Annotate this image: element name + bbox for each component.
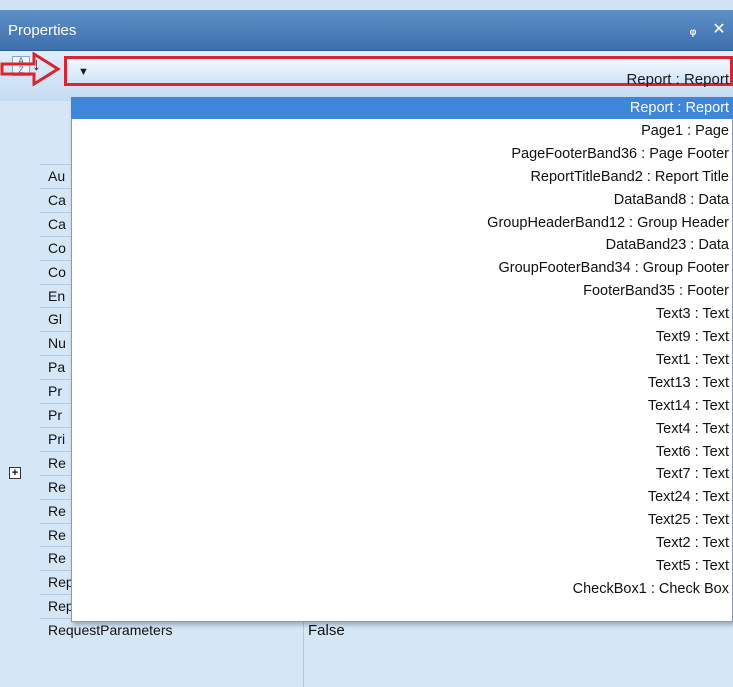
dropdown-item[interactable]: DataBand23 : Data: [606, 235, 729, 256]
dropdown-item[interactable]: PageFooterBand36 : Page Footer: [511, 144, 729, 165]
property-name: Re: [48, 502, 66, 519]
dropdown-item[interactable]: GroupHeaderBand12 : Group Header: [487, 213, 729, 234]
property-name: Pa: [48, 359, 66, 376]
dropdown-item[interactable]: FooterBand35 : Footer: [583, 281, 729, 302]
object-selector-value: Report : Report: [626, 71, 729, 88]
dropdown-item[interactable]: Text5 : Text: [656, 556, 729, 577]
red-annotation-arrow-icon: [0, 52, 61, 86]
dropdown-item[interactable]: Text9 : Text: [656, 327, 729, 348]
pin-icon[interactable]: ᵩ: [685, 21, 701, 37]
property-name: RequestParameters: [48, 622, 173, 639]
dropdown-item[interactable]: DataBand8 : Data: [614, 190, 729, 211]
dropdown-item[interactable]: Text13 : Text: [648, 373, 729, 394]
property-name: Pr: [48, 383, 62, 400]
property-name: Ca: [48, 215, 66, 232]
property-name: Pr: [48, 407, 62, 423]
dropdown-item[interactable]: Text14 : Text: [648, 396, 729, 417]
property-name: En: [48, 287, 66, 304]
dropdown-item[interactable]: Text6 : Text: [656, 442, 729, 463]
expand-plus-icon[interactable]: +: [9, 467, 21, 479]
property-name: Re: [48, 454, 66, 471]
property-name: Gl: [48, 311, 62, 328]
property-name: Pri: [48, 430, 66, 447]
dropdown-item[interactable]: Text25 : Text: [648, 510, 729, 531]
property-name: Nu: [48, 335, 66, 352]
dropdown-item[interactable]: GroupFooterBand34 : Group Footer: [498, 258, 729, 279]
dropdown-item[interactable]: Text24 : Text: [648, 487, 729, 508]
dropdown-item[interactable]: ReportTitleBand2 : Report Title: [530, 167, 729, 188]
property-name: Re: [48, 550, 66, 567]
property-name: Au: [48, 168, 66, 184]
property-value[interactable]: False: [308, 622, 345, 639]
dropdown-item[interactable]: Text1 : Text: [656, 350, 729, 371]
property-name: Co: [48, 239, 66, 256]
dropdown-item[interactable]: Text4 : Text: [656, 419, 729, 440]
dropdown-item[interactable]: CheckBox1 : Check Box: [573, 579, 729, 600]
dropdown-item[interactable]: Report : Report: [630, 98, 729, 119]
title-bar: Properties ᵩ ✕: [0, 10, 733, 51]
dropdown-item[interactable]: Text7 : Text: [656, 464, 729, 485]
property-name: Re: [48, 478, 66, 495]
property-name: Ca: [48, 191, 66, 208]
dropdown-item[interactable]: Text3 : Text: [656, 304, 729, 325]
property-name: Re: [48, 526, 66, 543]
grid-gutter: [0, 152, 40, 687]
property-name: Co: [48, 263, 66, 280]
dropdown-item[interactable]: Page1 : Page: [641, 121, 729, 142]
close-icon[interactable]: ✕: [711, 19, 727, 39]
chevron-down-icon[interactable]: ▼: [78, 66, 89, 78]
dropdown-item[interactable]: Text2 : Text: [656, 533, 729, 554]
window-title: Properties: [8, 22, 77, 39]
